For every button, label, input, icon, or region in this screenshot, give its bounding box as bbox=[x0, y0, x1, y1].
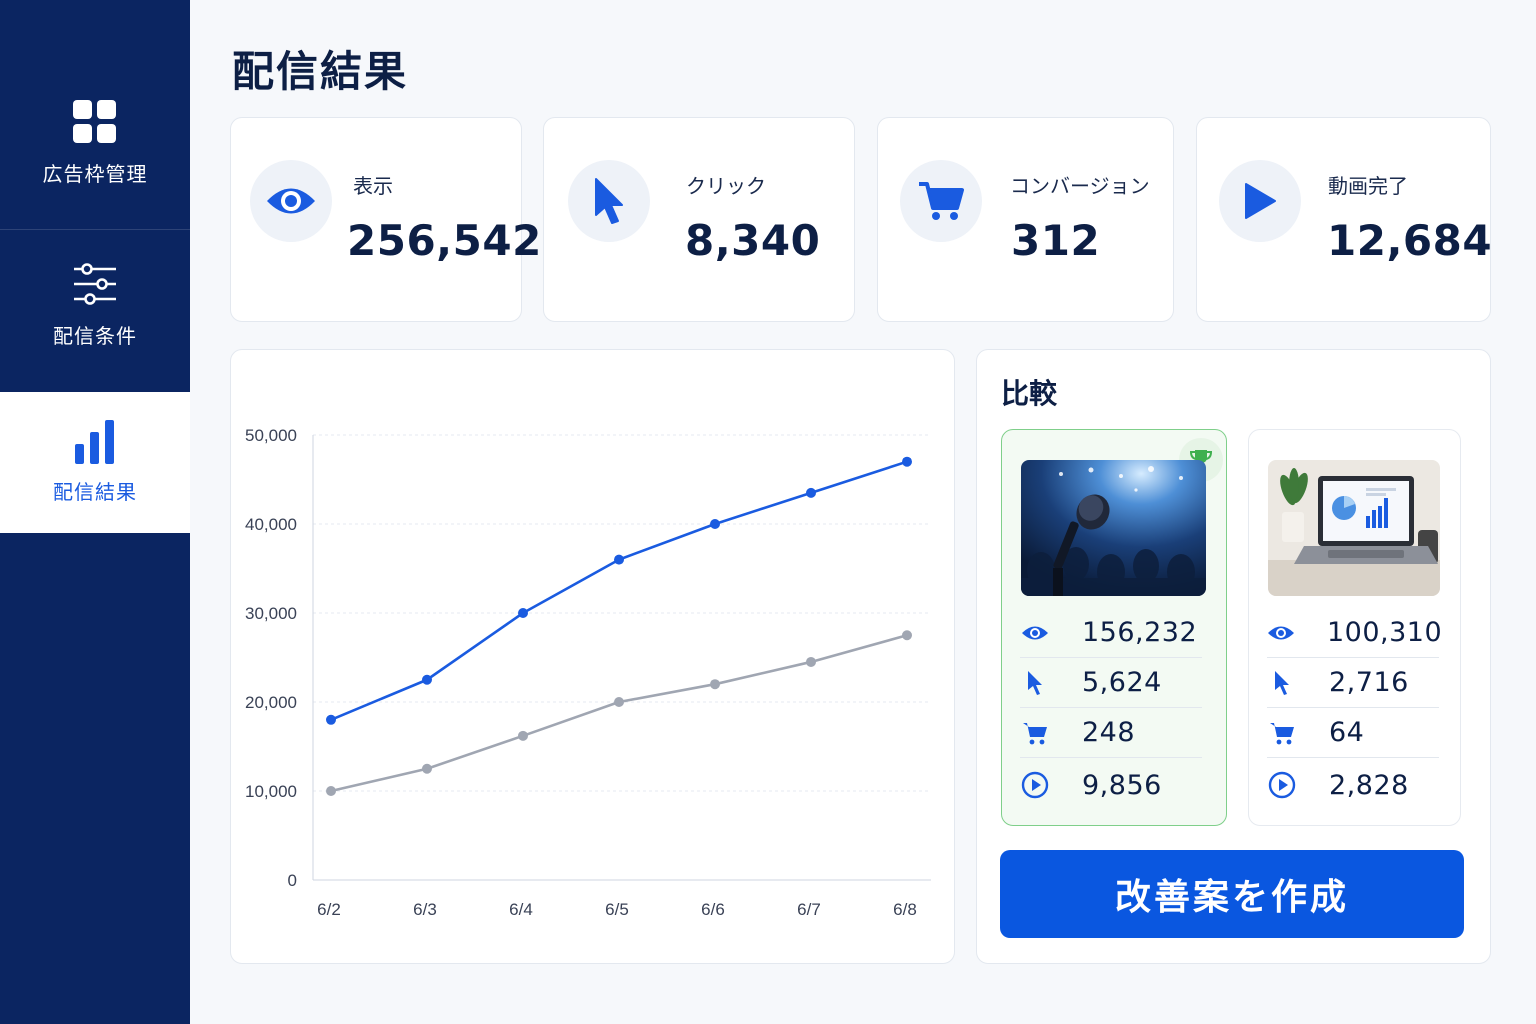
kpi-value: 12,684 bbox=[1327, 216, 1493, 265]
stat-row-clicks: 5,624 bbox=[1020, 658, 1202, 708]
y-tick-label: 30,000 bbox=[245, 604, 297, 623]
kpi-label: コンバージョン bbox=[1010, 174, 1150, 198]
stat-value: 64 bbox=[1329, 717, 1365, 748]
stat-row-video-completions: 2,828 bbox=[1267, 760, 1439, 810]
kpi-card-conversions: コンバージョン 312 bbox=[877, 117, 1174, 322]
cursor-icon bbox=[1028, 670, 1042, 695]
cart-icon bbox=[1270, 722, 1294, 744]
data-point bbox=[902, 456, 912, 467]
data-point bbox=[422, 674, 432, 685]
sidebar: 広告枠管理 配信条件 配信結果 bbox=[0, 0, 190, 1024]
kpi-icon bbox=[568, 160, 650, 242]
x-tick-label: 6/7 bbox=[797, 900, 821, 919]
sidebar-item-delivery-conditions[interactable]: 配信条件 bbox=[0, 262, 190, 382]
series-line bbox=[330, 633, 908, 793]
cart-icon bbox=[1023, 722, 1047, 744]
data-point bbox=[806, 487, 816, 498]
data-point bbox=[710, 519, 720, 529]
create-improvement-button[interactable]: 改善案を作成 bbox=[1000, 850, 1464, 938]
kpi-icon bbox=[900, 160, 982, 242]
stat-value: 156,232 bbox=[1082, 617, 1198, 648]
series-line bbox=[330, 460, 908, 721]
line-chart-card: 50,000 40,000 30,000 20,000 10,000 0 6/2 6/3 6/4… bbox=[230, 349, 955, 964]
cursor-icon bbox=[595, 178, 623, 224]
x-tick-label: 6/2 bbox=[317, 900, 341, 919]
line-chart: 50,000 40,000 30,000 20,000 10,000 0 6/2 6/3 6/4… bbox=[245, 426, 931, 919]
data-point bbox=[614, 554, 624, 565]
sidebar-item-label: 配信条件 bbox=[53, 324, 137, 348]
cursor-icon bbox=[1275, 670, 1289, 695]
y-tick-label: 10,000 bbox=[245, 782, 297, 801]
microphone-audience-thumbnail bbox=[1021, 460, 1206, 596]
kpi-icon bbox=[1219, 160, 1301, 242]
eye-icon bbox=[1268, 626, 1294, 639]
data-point bbox=[518, 608, 528, 618]
play-icon bbox=[1245, 183, 1276, 219]
stat-row-video-completions: 9,856 bbox=[1020, 760, 1202, 810]
stat-row-clicks: 2,716 bbox=[1267, 658, 1439, 708]
variant-card[interactable]: 100,310 2,716 64 2,828 bbox=[1248, 429, 1461, 826]
page-title: 配信結果 bbox=[232, 47, 409, 96]
grid-icon bbox=[73, 100, 116, 143]
x-tick-label: 6/3 bbox=[413, 900, 437, 919]
y-tick-label: 50,000 bbox=[245, 426, 297, 445]
x-tick-label: 6/4 bbox=[509, 900, 533, 919]
x-tick-label: 6/5 bbox=[605, 900, 629, 919]
kpi-value: 256,542 bbox=[347, 216, 542, 265]
stat-row-conversions: 64 bbox=[1267, 708, 1439, 758]
kpi-card-video-completions: 動画完了 12,684 bbox=[1196, 117, 1493, 322]
cart-icon bbox=[919, 182, 964, 220]
data-point bbox=[614, 697, 624, 707]
kpi-label: 動画完了 bbox=[1328, 174, 1408, 198]
data-point bbox=[326, 786, 336, 796]
data-point bbox=[518, 730, 528, 741]
stat-value: 9,856 bbox=[1082, 769, 1162, 801]
y-tick-label: 20,000 bbox=[245, 693, 297, 712]
stat-value: 2,828 bbox=[1329, 769, 1409, 801]
kpi-label: クリック bbox=[686, 174, 766, 198]
x-tick-label: 6/8 bbox=[893, 900, 917, 919]
stat-value: 5,624 bbox=[1082, 667, 1162, 698]
kpi-value: 8,340 bbox=[685, 216, 821, 265]
y-tick-label: 40,000 bbox=[245, 515, 297, 534]
comparison-title: 比較 bbox=[1001, 377, 1058, 410]
data-point bbox=[710, 679, 720, 690]
stat-value: 100,310 bbox=[1327, 617, 1443, 648]
sidebar-item-label: 配信結果 bbox=[53, 480, 137, 504]
kpi-value: 312 bbox=[1011, 216, 1101, 265]
eye-icon bbox=[1022, 626, 1048, 639]
stat-row-impressions: 156,232 bbox=[1020, 608, 1202, 658]
laptop-dashboard-thumbnail bbox=[1268, 460, 1440, 596]
sidebar-item-label: 広告枠管理 bbox=[42, 162, 148, 186]
x-tick-label: 6/6 bbox=[701, 900, 725, 919]
stat-row-conversions: 248 bbox=[1020, 708, 1202, 758]
stat-value: 2,716 bbox=[1329, 667, 1409, 698]
sliders-icon bbox=[74, 263, 116, 305]
bar-chart-icon bbox=[75, 420, 114, 464]
y-tick-label: 0 bbox=[288, 871, 297, 890]
kpi-label: 表示 bbox=[353, 174, 393, 198]
data-point bbox=[902, 630, 912, 641]
play-circle-icon bbox=[1268, 771, 1296, 799]
stat-value: 248 bbox=[1082, 717, 1136, 748]
sidebar-item-ad-slots[interactable]: 広告枠管理 bbox=[0, 100, 190, 230]
play-circle-icon bbox=[1021, 771, 1049, 799]
sidebar-item-delivery-results[interactable]: 配信結果 bbox=[0, 392, 190, 533]
data-point bbox=[806, 656, 816, 667]
stat-row-impressions: 100,310 bbox=[1267, 608, 1443, 658]
eye-icon bbox=[267, 188, 315, 214]
kpi-card-clicks: クリック 8,340 bbox=[543, 117, 855, 322]
data-point bbox=[422, 763, 432, 774]
kpi-icon bbox=[250, 160, 332, 242]
data-point bbox=[326, 714, 336, 725]
kpi-card-impressions: 表示 256,542 bbox=[230, 117, 541, 322]
variant-card-winner[interactable]: 156,232 5,624 248 9,856 bbox=[1001, 429, 1227, 826]
